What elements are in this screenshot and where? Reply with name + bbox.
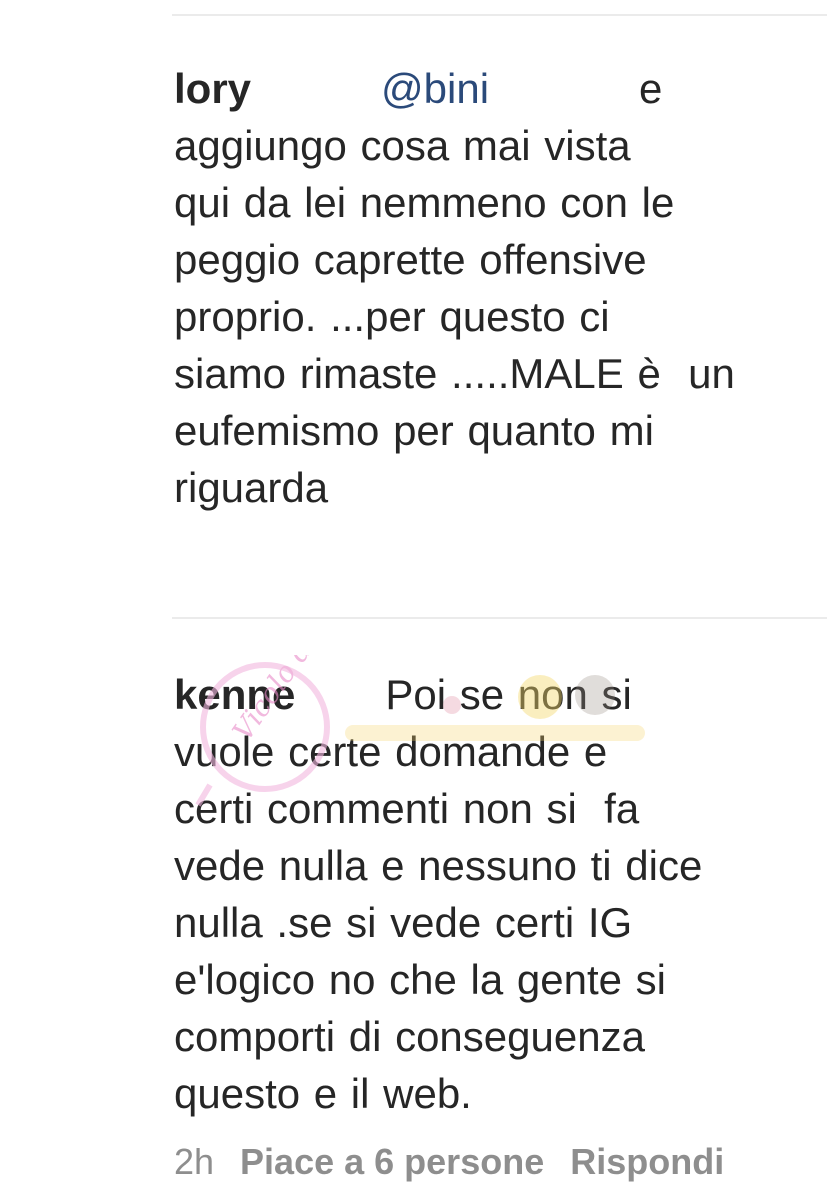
- comment-text-line: certi commenti non si fa: [174, 785, 640, 832]
- reply-button[interactable]: Rispondi: [570, 1141, 724, 1182]
- comment-text-line: aggiungo cosa mai vista: [174, 122, 631, 169]
- comment-text: Poi se non si: [385, 671, 632, 718]
- comment-text-line: proprio. ...per questo ci: [174, 293, 610, 340]
- comment-lory: lory @bini e aggiungo cosa mai vista qui d…: [174, 60, 814, 516]
- comment-first-line: lory @bini e: [174, 60, 814, 117]
- comment-text-line: nulla .se si vede certi IG: [174, 899, 633, 946]
- comment-text-line: siamo rimaste .....MALE è un: [174, 350, 735, 397]
- top-divider: [172, 14, 827, 16]
- mention-link[interactable]: @bini: [381, 65, 489, 112]
- comment-text-line: eufemismo per quanto mi: [174, 407, 654, 454]
- comment-kenne: kenne Poi se non si vuole certe domande e…: [174, 666, 814, 1122]
- comment-text-line: comporti di conseguenza: [174, 1013, 645, 1060]
- comment-meta: 2h Piace a 6 persone Rispondi: [174, 1140, 724, 1184]
- comment-divider: [172, 617, 827, 619]
- comment-text-line: questo e il web.: [174, 1070, 472, 1117]
- comment-text: e: [639, 65, 663, 112]
- comment-username[interactable]: lory: [174, 65, 251, 112]
- comment-text-line: vede nulla e nessuno ti dice: [174, 842, 703, 889]
- likes-count-link[interactable]: Piace a 6 persone: [240, 1141, 544, 1182]
- comment-text-line: riguarda: [174, 464, 329, 511]
- comment-timestamp: 2h: [174, 1141, 215, 1182]
- comment-first-line: kenne Poi se non si: [174, 666, 814, 723]
- comment-username[interactable]: kenne: [174, 671, 295, 718]
- comment-text-line: vuole certe domande e: [174, 728, 608, 775]
- comment-text-line: peggio caprette offensive: [174, 236, 647, 283]
- comment-text-line: qui da lei nemmeno con le: [174, 179, 675, 226]
- comment-text-line: e'logico no che la gente si: [174, 956, 667, 1003]
